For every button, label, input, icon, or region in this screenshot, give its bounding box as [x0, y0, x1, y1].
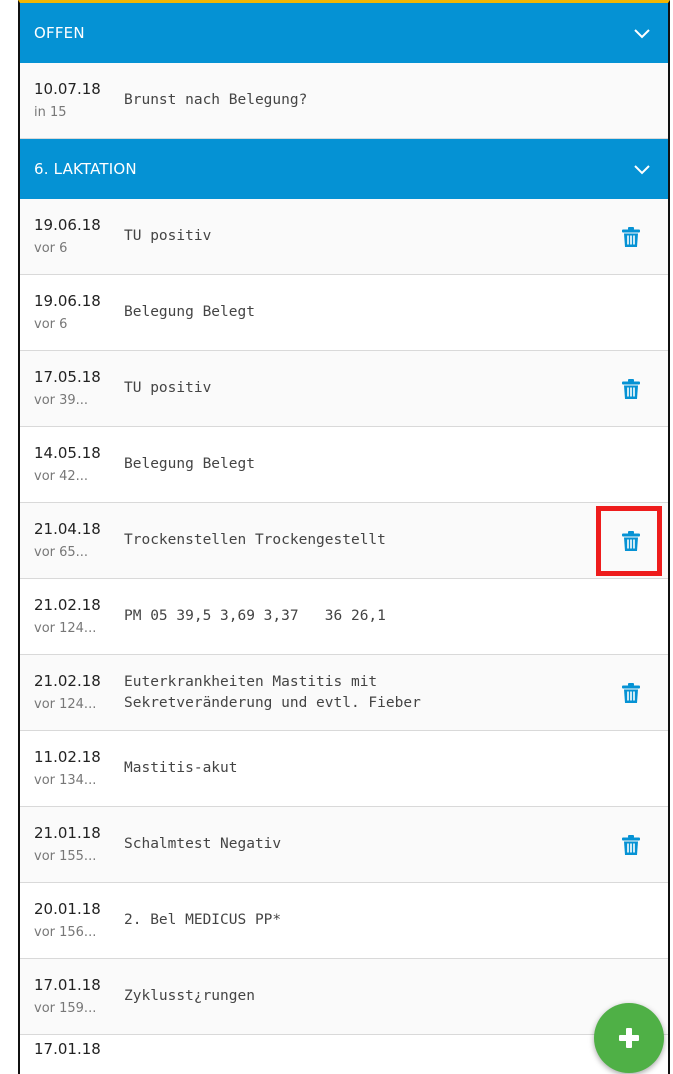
- partial-item-date: 17.01.18: [34, 1040, 101, 1058]
- date-column: 10.07.18 in 15: [20, 79, 124, 123]
- item-date: 21.01.18: [34, 823, 101, 842]
- date-column: 19.06.18 vor 6: [20, 215, 124, 259]
- date-column: 17.01.18 vor 159...: [20, 975, 124, 1019]
- trash-icon[interactable]: [622, 682, 640, 703]
- item-date: 21.02.18: [34, 671, 101, 690]
- item-date: 20.01.18: [34, 899, 101, 918]
- list-item[interactable]: 10.07.18 in 15 Brunst nach Belegung?: [20, 63, 668, 139]
- date-column: 21.04.18 vor 65...: [20, 519, 124, 563]
- list-item[interactable]: 11.02.18 vor 134... Mastitis-akut: [20, 731, 668, 807]
- list-item[interactable]: 17.01.18 vor 159... Zyklusst¿rungen: [20, 959, 668, 1035]
- item-relative-days: vor 124...: [34, 696, 97, 712]
- date-column: 21.02.18 vor 124...: [20, 671, 124, 715]
- list-item[interactable]: 20.01.18 vor 156... 2. Bel MEDICUS PP*: [20, 883, 668, 959]
- section-title: 6. LAKTATION: [34, 160, 137, 178]
- item-description: TU positiv: [124, 228, 212, 244]
- section-header-1[interactable]: 6. LAKTATION: [20, 139, 668, 199]
- event-list: OFFEN 10.07.18 in 15 Brunst nach Belegung? 6…: [20, 3, 668, 1035]
- date-column: 17.05.18 vor 39...: [20, 367, 124, 411]
- item-date: 21.02.18: [34, 595, 101, 614]
- section-title: OFFEN: [34, 24, 85, 42]
- item-relative-days: vor 39...: [34, 392, 89, 408]
- item-description: Mastitis-akut: [124, 760, 238, 776]
- item-description: PM 05 39,5 3,69 3,37 36 26,1: [124, 608, 386, 624]
- item-description: Brunst nach Belegung?: [124, 92, 308, 108]
- chevron-down-icon[interactable]: [634, 161, 650, 177]
- app-frame: OFFEN 10.07.18 in 15 Brunst nach Belegung? 6…: [18, 0, 670, 1074]
- item-date: 21.04.18: [34, 519, 101, 538]
- item-description: Schalmtest Negativ: [124, 836, 282, 852]
- item-description: TU positiv: [124, 380, 212, 396]
- list-item[interactable]: 17.05.18 vor 39... TU positiv: [20, 351, 668, 427]
- trash-icon[interactable]: [622, 378, 640, 399]
- item-date: 19.06.18: [34, 215, 101, 234]
- section-header-0[interactable]: OFFEN: [20, 3, 668, 63]
- add-entry-button[interactable]: [594, 1003, 664, 1073]
- item-date: 14.05.18: [34, 443, 101, 462]
- trash-icon[interactable]: [622, 226, 640, 247]
- list-item[interactable]: 21.04.18 vor 65... Trockenstellen Trockeng…: [20, 503, 668, 579]
- date-column: 11.02.18 vor 134...: [20, 747, 124, 791]
- item-date: 11.02.18: [34, 747, 101, 766]
- item-relative-days: in 15: [34, 104, 67, 120]
- item-relative-days: vor 156...: [34, 924, 97, 940]
- list-item[interactable]: 21.02.18 vor 124... Euterkrankheiten Masti…: [20, 655, 668, 731]
- item-date: 17.01.18: [34, 975, 101, 994]
- item-relative-days: vor 124...: [34, 620, 97, 636]
- list-item[interactable]: 19.06.18 vor 6 Belegung Belegt: [20, 275, 668, 351]
- item-description: Trockenstellen Trockengestellt: [124, 532, 386, 548]
- item-date: 10.07.18: [34, 79, 101, 98]
- item-relative-days: vor 159...: [34, 1000, 97, 1016]
- list-item[interactable]: 14.05.18 vor 42... Belegung Belegt: [20, 427, 668, 503]
- item-description: Belegung Belegt: [124, 456, 255, 472]
- highlight-box: [596, 505, 662, 576]
- item-relative-days: vor 42...: [34, 468, 89, 484]
- date-column: 21.02.18 vor 124...: [20, 595, 124, 639]
- item-relative-days: vor 155...: [34, 848, 97, 864]
- date-column: 14.05.18 vor 42...: [20, 443, 124, 487]
- partial-list-item: 17.01.18: [20, 1035, 668, 1065]
- item-relative-days: vor 6: [34, 240, 68, 256]
- item-description: Belegung Belegt: [124, 304, 255, 320]
- chevron-down-icon[interactable]: [634, 25, 650, 41]
- list-item[interactable]: 21.02.18 vor 124... PM 05 39,5 3,69 3,37 3…: [20, 579, 668, 655]
- item-description: 2. Bel MEDICUS PP*: [124, 912, 282, 928]
- item-description: Euterkrankheiten Mastitis mit Sekretverä…: [124, 673, 421, 711]
- date-column: 21.01.18 vor 155...: [20, 823, 124, 867]
- item-date: 19.06.18: [34, 291, 101, 310]
- trash-icon[interactable]: [622, 834, 640, 855]
- item-date: 17.05.18: [34, 367, 101, 386]
- item-relative-days: vor 6: [34, 316, 68, 332]
- list-item[interactable]: 19.06.18 vor 6 TU positiv: [20, 199, 668, 275]
- date-column: 19.06.18 vor 6: [20, 291, 124, 335]
- date-column: 20.01.18 vor 156...: [20, 899, 124, 943]
- plus-icon: [619, 1028, 639, 1048]
- item-relative-days: vor 65...: [34, 544, 89, 560]
- list-item[interactable]: 21.01.18 vor 155... Schalmtest Negativ: [20, 807, 668, 883]
- item-relative-days: vor 134...: [34, 772, 97, 788]
- item-description: Zyklusst¿rungen: [124, 988, 255, 1004]
